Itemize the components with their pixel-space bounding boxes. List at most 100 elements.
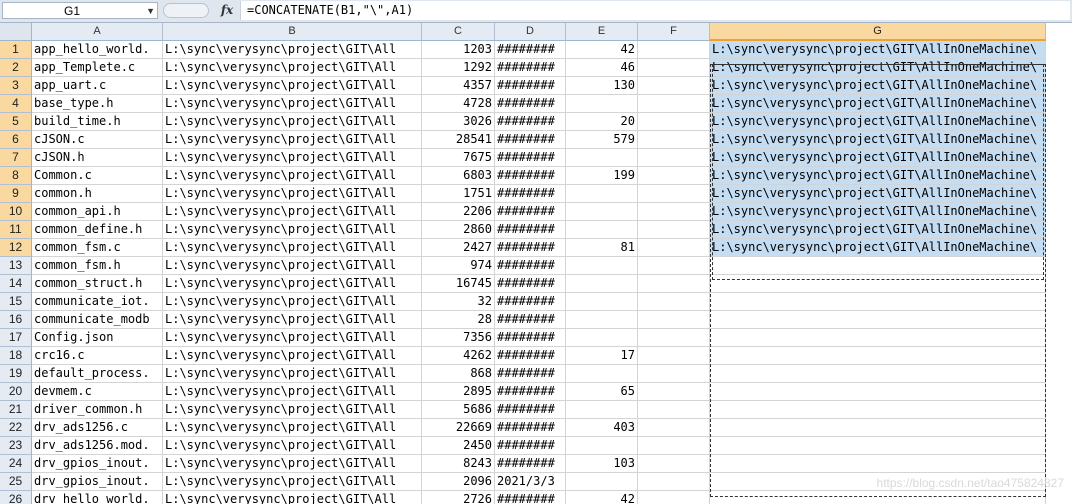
cell-g[interactable]: [710, 491, 1046, 504]
chevron-down-icon[interactable]: ▼: [146, 3, 155, 20]
cell-f[interactable]: [638, 167, 710, 185]
cell-a[interactable]: common_fsm.c: [32, 239, 163, 257]
cell-c[interactable]: 28541: [422, 131, 495, 149]
cell-b[interactable]: L:\sync\verysync\project\GIT\All: [163, 347, 422, 365]
formula-input[interactable]: =CONCATENATE(B1,"\",A1): [240, 1, 1070, 20]
cell-d[interactable]: ########: [495, 437, 566, 455]
cell-f[interactable]: [638, 59, 710, 77]
row-header[interactable]: 14: [0, 275, 32, 293]
cell-c[interactable]: 7356: [422, 329, 495, 347]
cell-d[interactable]: ########: [495, 329, 566, 347]
cell-c[interactable]: 1203: [422, 41, 495, 59]
row-header[interactable]: 11: [0, 221, 32, 239]
cell-d[interactable]: ########: [495, 149, 566, 167]
row-header[interactable]: 12: [0, 239, 32, 257]
cell-c[interactable]: 2726: [422, 491, 495, 504]
row-header[interactable]: 17: [0, 329, 32, 347]
row-header[interactable]: 9: [0, 185, 32, 203]
cell-c[interactable]: 2096: [422, 473, 495, 491]
column-header-b[interactable]: B: [163, 23, 422, 41]
cell-e[interactable]: 17: [566, 347, 638, 365]
row-header[interactable]: 8: [0, 167, 32, 185]
cell-e[interactable]: [566, 149, 638, 167]
cell-g[interactable]: L:\sync\verysync\project\GIT\AllInOneMac…: [710, 131, 1046, 149]
cell-f[interactable]: [638, 131, 710, 149]
cell-g[interactable]: [710, 401, 1046, 419]
cell-g[interactable]: L:\sync\verysync\project\GIT\AllInOneMac…: [710, 59, 1046, 77]
cell-f[interactable]: [638, 95, 710, 113]
cell-b[interactable]: L:\sync\verysync\project\GIT\All: [163, 293, 422, 311]
cell-g[interactable]: L:\sync\verysync\project\GIT\AllInOneMac…: [710, 221, 1046, 239]
cell-b[interactable]: L:\sync\verysync\project\GIT\All: [163, 329, 422, 347]
cell-d[interactable]: ########: [495, 239, 566, 257]
cell-a[interactable]: common_api.h: [32, 203, 163, 221]
cell-c[interactable]: 4728: [422, 95, 495, 113]
row-header[interactable]: 6: [0, 131, 32, 149]
row-header[interactable]: 5: [0, 113, 32, 131]
cell-f[interactable]: [638, 293, 710, 311]
cell-f[interactable]: [638, 311, 710, 329]
cell-c[interactable]: 22669: [422, 419, 495, 437]
cell-a[interactable]: Config.json: [32, 329, 163, 347]
cell-f[interactable]: [638, 185, 710, 203]
row-header[interactable]: 15: [0, 293, 32, 311]
select-all-corner[interactable]: [0, 23, 32, 41]
cell-e[interactable]: [566, 437, 638, 455]
cell-g[interactable]: [710, 257, 1046, 275]
row-header[interactable]: 4: [0, 95, 32, 113]
name-box[interactable]: G1 ▼: [2, 2, 158, 19]
cell-g[interactable]: L:\sync\verysync\project\GIT\AllInOneMac…: [710, 239, 1046, 257]
cell-a[interactable]: default_process.: [32, 365, 163, 383]
cell-e[interactable]: [566, 95, 638, 113]
cell-e[interactable]: 46: [566, 59, 638, 77]
cell-e[interactable]: 42: [566, 41, 638, 59]
cell-g[interactable]: [710, 311, 1046, 329]
cell-e[interactable]: [566, 257, 638, 275]
cell-d[interactable]: ########: [495, 131, 566, 149]
cell-d[interactable]: ########: [495, 347, 566, 365]
cell-g[interactable]: [710, 347, 1046, 365]
cell-a[interactable]: Common.c: [32, 167, 163, 185]
cell-a[interactable]: crc16.c: [32, 347, 163, 365]
cell-g[interactable]: L:\sync\verysync\project\GIT\AllInOneMac…: [710, 95, 1046, 113]
cell-d[interactable]: ########: [495, 383, 566, 401]
cell-a[interactable]: cJSON.c: [32, 131, 163, 149]
cell-g[interactable]: L:\sync\verysync\project\GIT\AllInOneMac…: [710, 203, 1046, 221]
cell-a[interactable]: drv_ads1256.c: [32, 419, 163, 437]
cell-g[interactable]: [710, 275, 1046, 293]
cell-f[interactable]: [638, 257, 710, 275]
cell-c[interactable]: 868: [422, 365, 495, 383]
cell-e[interactable]: [566, 221, 638, 239]
cell-g[interactable]: L:\sync\verysync\project\GIT\AllInOneMac…: [710, 149, 1046, 167]
cell-d[interactable]: ########: [495, 221, 566, 239]
cell-c[interactable]: 2895: [422, 383, 495, 401]
cell-d[interactable]: ########: [495, 401, 566, 419]
cell-f[interactable]: [638, 329, 710, 347]
cell-b[interactable]: L:\sync\verysync\project\GIT\All: [163, 167, 422, 185]
cell-f[interactable]: [638, 455, 710, 473]
cell-f[interactable]: [638, 221, 710, 239]
cell-g[interactable]: [710, 455, 1046, 473]
cell-b[interactable]: L:\sync\verysync\project\GIT\All: [163, 419, 422, 437]
column-header-f[interactable]: F: [638, 23, 710, 41]
cell-e[interactable]: 199: [566, 167, 638, 185]
cell-d[interactable]: ########: [495, 203, 566, 221]
cell-f[interactable]: [638, 491, 710, 504]
cell-f[interactable]: [638, 203, 710, 221]
cell-b[interactable]: L:\sync\verysync\project\GIT\All: [163, 365, 422, 383]
cell-e[interactable]: 42: [566, 491, 638, 504]
cell-b[interactable]: L:\sync\verysync\project\GIT\All: [163, 275, 422, 293]
cell-f[interactable]: [638, 275, 710, 293]
cell-d[interactable]: ########: [495, 365, 566, 383]
cell-d[interactable]: ########: [495, 257, 566, 275]
cell-c[interactable]: 5686: [422, 401, 495, 419]
cell-a[interactable]: common.h: [32, 185, 163, 203]
cell-a[interactable]: devmem.c: [32, 383, 163, 401]
cell-d[interactable]: ########: [495, 455, 566, 473]
cell-c[interactable]: 2427: [422, 239, 495, 257]
cell-b[interactable]: L:\sync\verysync\project\GIT\All: [163, 203, 422, 221]
cell-a[interactable]: base_type.h: [32, 95, 163, 113]
cell-f[interactable]: [638, 77, 710, 95]
cell-a[interactable]: drv_gpios_inout.: [32, 473, 163, 491]
cell-a[interactable]: common_fsm.h: [32, 257, 163, 275]
